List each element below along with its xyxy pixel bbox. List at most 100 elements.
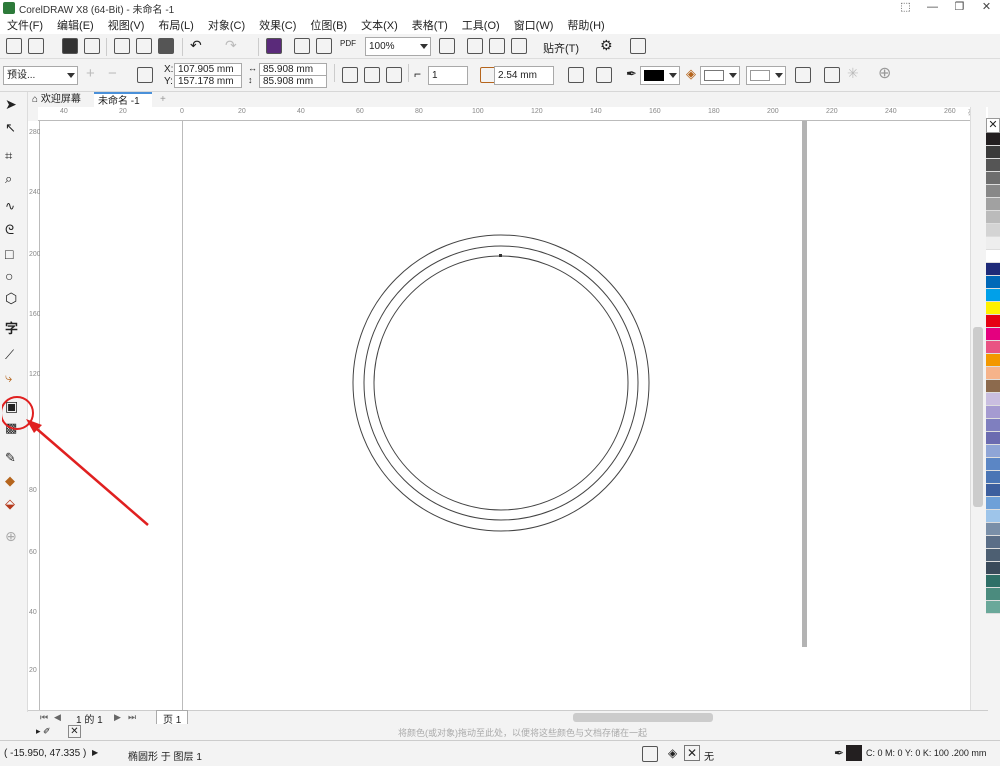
swatch-3[interactable] — [986, 172, 1000, 185]
snap-to-dropdown[interactable]: 贴齐(T) — [543, 40, 579, 56]
ellipse-tool-icon[interactable]: ○ — [5, 268, 23, 286]
contour-steps-field[interactable]: 1 — [428, 66, 468, 85]
contour-offset-field[interactable]: 2.54 mm — [494, 66, 554, 85]
options-gear-icon[interactable]: ⚙ — [600, 37, 613, 54]
restore-button[interactable]: ❐ — [946, 0, 973, 16]
pick-tool-icon[interactable]: ➤ — [5, 96, 23, 114]
undo-icon[interactable]: ↶ — [190, 37, 202, 54]
swatch-6[interactable] — [986, 211, 1000, 224]
swatch-5[interactable] — [986, 198, 1000, 211]
horizontal-scroll-thumb[interactable] — [573, 713, 713, 722]
swatch-7[interactable] — [986, 224, 1000, 237]
swatch-14[interactable] — [986, 315, 1000, 328]
tab-welcome[interactable]: ⌂ 欢迎屏幕 — [28, 92, 94, 107]
outline-color-swatch[interactable] — [846, 745, 862, 761]
inside-contour-icon[interactable] — [364, 67, 380, 83]
quick-customize-icon[interactable]: ⊕ — [878, 63, 891, 83]
menu-tools[interactable]: 工具(O) — [462, 17, 500, 33]
contour-circles[interactable] — [340, 221, 660, 541]
publish-pdf-icon[interactable]: PDF — [340, 39, 356, 48]
middle-circle[interactable] — [363, 245, 639, 521]
outline-color-picker[interactable] — [640, 66, 680, 85]
swatch-27[interactable] — [986, 484, 1000, 497]
swatch-31[interactable] — [986, 536, 1000, 549]
swatch-17[interactable] — [986, 354, 1000, 367]
connector-tool-icon[interactable]: ⤷ — [5, 370, 23, 388]
next-page-icon[interactable]: ▶ — [114, 712, 121, 723]
object-acceleration-icon[interactable] — [795, 67, 811, 83]
menu-text[interactable]: 文本(X) — [361, 17, 398, 33]
redo-icon[interactable]: ↷ — [225, 37, 237, 54]
print-icon[interactable] — [84, 38, 100, 54]
shape-tool-icon[interactable]: ↖ — [5, 120, 23, 138]
swatch-10[interactable] — [986, 263, 1000, 276]
tab-document[interactable]: 未命名 -1 — [94, 92, 152, 107]
contour-to-center-icon[interactable] — [342, 67, 358, 83]
swatch-32[interactable] — [986, 549, 1000, 562]
clear-contour-icon[interactable]: ✳ — [847, 65, 859, 82]
last-page-icon[interactable]: ⏭ — [128, 712, 136, 723]
full-screen-icon[interactable] — [439, 38, 455, 54]
copy-icon[interactable] — [136, 38, 152, 54]
rectangle-tool-icon[interactable]: □ — [5, 246, 23, 264]
menu-edit[interactable]: 编辑(E) — [57, 17, 94, 33]
swatch-24[interactable] — [986, 445, 1000, 458]
menu-window[interactable]: 窗口(W) — [514, 17, 554, 33]
palette-options-icon[interactable]: ▸ ✐ — [36, 726, 51, 737]
zoom-tool-icon[interactable]: ⌕ — [5, 171, 23, 189]
app-launcher-icon[interactable] — [630, 38, 646, 54]
swatch-35[interactable] — [986, 588, 1000, 601]
menu-table[interactable]: 表格(T) — [412, 17, 448, 33]
swatch-16[interactable] — [986, 341, 1000, 354]
cut-icon[interactable] — [114, 38, 130, 54]
corner-type-icon[interactable] — [568, 67, 584, 83]
swatch-18[interactable] — [986, 367, 1000, 380]
menu-object[interactable]: 对象(C) — [208, 17, 245, 33]
menu-file[interactable]: 文件(F) — [7, 17, 43, 33]
swatch-11[interactable] — [986, 276, 1000, 289]
copy-contour-properties-icon[interactable] — [824, 67, 840, 83]
add-preset-icon[interactable]: + — [86, 65, 95, 82]
menu-view[interactable]: 视图(V) — [108, 17, 145, 33]
swatch-34[interactable] — [986, 575, 1000, 588]
reference-point-icon[interactable] — [137, 67, 153, 83]
swatch-23[interactable] — [986, 432, 1000, 445]
prev-page-icon[interactable]: ◀ — [54, 712, 61, 723]
import-icon[interactable] — [294, 38, 310, 54]
node-handle[interactable] — [499, 254, 502, 257]
paste-icon[interactable] — [158, 38, 174, 54]
crop-tool-icon[interactable]: ⌗ — [5, 148, 23, 166]
y-position-field[interactable]: 157.178 mm — [174, 75, 242, 88]
show-grid-icon[interactable] — [489, 38, 505, 54]
freehand-tool-icon[interactable]: ∿ — [5, 199, 23, 217]
fill-none-swatch[interactable]: ✕ — [684, 745, 700, 761]
swatch-30[interactable] — [986, 523, 1000, 536]
color-acceleration-icon[interactable] — [596, 67, 612, 83]
new-document-icon[interactable] — [6, 38, 22, 54]
swatch-29[interactable] — [986, 510, 1000, 523]
swatch-28[interactable] — [986, 497, 1000, 510]
show-guidelines-icon[interactable] — [511, 38, 527, 54]
end-color-picker[interactable] — [746, 66, 786, 85]
swatch-2[interactable] — [986, 159, 1000, 172]
no-color-swatch[interactable]: ✕ — [986, 118, 1000, 133]
swatch-4[interactable] — [986, 185, 1000, 198]
minimize-button[interactable]: — — [919, 0, 946, 16]
export-icon[interactable] — [316, 38, 332, 54]
first-page-icon[interactable]: ⏮ — [40, 712, 48, 723]
search-content-icon[interactable] — [266, 38, 282, 54]
swatch-13[interactable] — [986, 302, 1000, 315]
swatch-20[interactable] — [986, 393, 1000, 406]
help-icon[interactable]: ⬚ — [892, 0, 919, 16]
swatch-15[interactable] — [986, 328, 1000, 341]
swatch-1[interactable] — [986, 146, 1000, 159]
close-button[interactable]: ✕ — [973, 0, 1000, 16]
swatch-33[interactable] — [986, 562, 1000, 575]
swatch-25[interactable] — [986, 458, 1000, 471]
status-arrow-icon[interactable]: ▶ — [92, 748, 98, 757]
swatch-12[interactable] — [986, 289, 1000, 302]
swatch-26[interactable] — [986, 471, 1000, 484]
swatch-0[interactable] — [986, 133, 1000, 146]
text-tool-icon[interactable]: 字 — [5, 318, 23, 336]
swatch-9[interactable] — [986, 250, 1000, 263]
